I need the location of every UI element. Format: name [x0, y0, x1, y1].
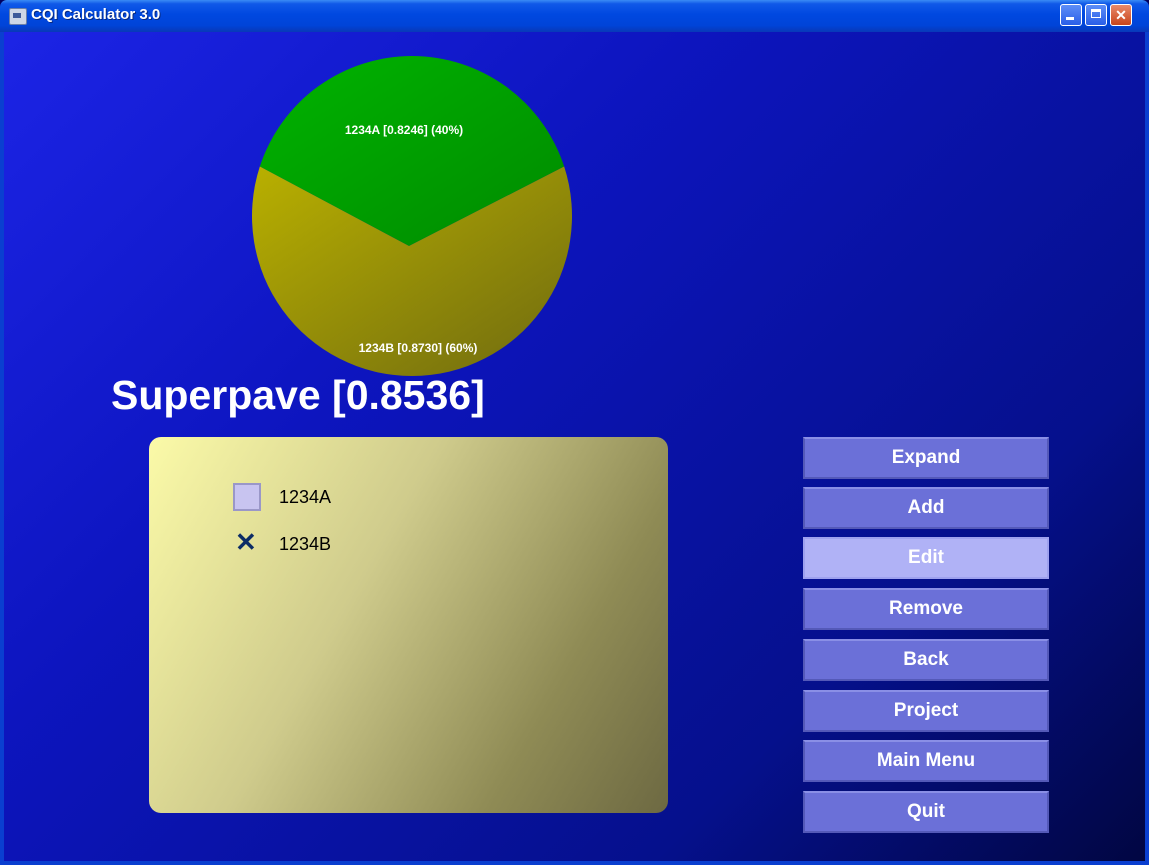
item-list-panel: 1234A ✕ 1234B	[149, 437, 668, 813]
window-frame-left	[0, 32, 4, 865]
remove-button[interactable]: Remove	[803, 588, 1049, 630]
edit-button[interactable]: Edit	[803, 537, 1049, 579]
main-menu-button[interactable]: Main Menu	[803, 740, 1049, 782]
pie-label-1234b: 1234B [0.8730] (60%)	[359, 341, 478, 355]
project-button[interactable]: Project	[803, 690, 1049, 732]
expand-button[interactable]: Expand	[803, 437, 1049, 479]
minimize-button[interactable]	[1060, 4, 1082, 26]
item-checkbox[interactable]	[233, 483, 261, 511]
app-window: CQI Calculator 3.0 ✕ 1234A [0.8246] (40%…	[0, 0, 1149, 865]
back-button[interactable]: Back	[803, 639, 1049, 681]
add-button[interactable]: Add	[803, 487, 1049, 529]
window-title: CQI Calculator 3.0	[31, 6, 161, 23]
pie-chart: 1234A [0.8246] (40%) 1234B [0.8730] (60%…	[251, 56, 572, 376]
x-mark-icon[interactable]: ✕	[235, 527, 257, 558]
client-area: 1234A [0.8246] (40%) 1234B [0.8730] (60%…	[4, 32, 1145, 861]
title-bar[interactable]: CQI Calculator 3.0 ✕	[0, 0, 1149, 32]
pie-label-1234a: 1234A [0.8246] (40%)	[345, 123, 463, 137]
close-button[interactable]: ✕	[1110, 4, 1132, 26]
app-icon	[9, 8, 27, 25]
window-frame-bottom	[0, 861, 1149, 865]
quit-button[interactable]: Quit	[803, 791, 1049, 833]
maximize-button[interactable]	[1085, 4, 1107, 26]
superpave-heading: Superpave [0.8536]	[111, 372, 485, 418]
item-label: 1234B	[279, 534, 332, 554]
item-label: 1234A	[279, 487, 332, 507]
window-frame-right	[1145, 32, 1149, 865]
